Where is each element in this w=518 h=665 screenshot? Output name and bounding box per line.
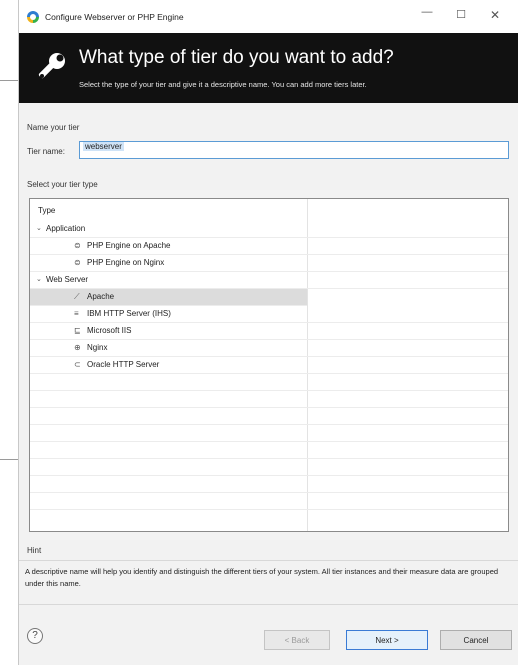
empty-row (30, 391, 508, 408)
tree-item-label: Microsoft IIS (87, 326, 132, 335)
php-icon: ⊜ (74, 241, 81, 250)
iis-icon: ⊑ (74, 326, 81, 335)
empty-row (30, 408, 508, 425)
empty-row (30, 459, 508, 476)
wrench-icon (38, 53, 65, 79)
dialog-window: Configure Webserver or PHP Engine — ☐ ✕ … (18, 0, 518, 665)
tree-group-label: Application (46, 224, 86, 233)
empty-row (30, 425, 508, 442)
title-bar: Configure Webserver or PHP Engine — ☐ ✕ (19, 0, 518, 33)
oracle-icon: ⊂ (74, 360, 81, 369)
tree-item-nginx[interactable]: ⊕ Nginx (30, 340, 508, 357)
empty-row (30, 442, 508, 459)
tree-item-ibm-ihs[interactable]: ≡ IBM HTTP Server (IHS) (30, 306, 508, 323)
background-window-edge (0, 459, 20, 460)
next-button[interactable]: Next > (346, 630, 428, 650)
tree-group-label: Web Server (46, 275, 89, 284)
cancel-button[interactable]: Cancel (440, 630, 512, 650)
tree-item-apache[interactable]: ⟋ Apache (30, 289, 307, 306)
minimize-button[interactable]: — (417, 6, 437, 18)
tree-item-php-nginx[interactable]: ⊜ PHP Engine on Nginx (30, 255, 508, 272)
back-button[interactable]: < Back (264, 630, 330, 650)
name-section-label: Name your tier (27, 123, 80, 132)
nginx-icon: ⊕ (74, 343, 81, 352)
help-button[interactable]: ? (27, 628, 43, 644)
tree-item-label: PHP Engine on Nginx (87, 258, 165, 267)
tree-group-web-server[interactable]: ⌄ Web Server (30, 272, 508, 289)
ibm-icon: ≡ (74, 309, 79, 318)
tree-item-oracle-http[interactable]: ⊂ Oracle HTTP Server (30, 357, 508, 374)
page-subtitle: Select the type of your tier and give it… (79, 80, 367, 89)
tree-group-application[interactable]: ⌄ Application (30, 221, 508, 238)
tier-name-label: Tier name: (27, 147, 65, 156)
tree-item-label: IBM HTTP Server (IHS) (87, 309, 171, 318)
tree-item-label: Nginx (87, 343, 108, 352)
empty-row (30, 374, 508, 391)
collapse-toggle-icon[interactable]: ⌄ (36, 275, 42, 283)
page-title: What type of tier do you want to add? (79, 47, 394, 68)
window-title: Configure Webserver or PHP Engine (45, 11, 184, 22)
hint-panel: A descriptive name will help you identif… (19, 560, 518, 605)
tree-item-php-apache[interactable]: ⊜ PHP Engine on Apache (30, 238, 508, 255)
hint-label: Hint (27, 546, 42, 555)
tree-item-label: Oracle HTTP Server (87, 360, 160, 369)
header-banner: What type of tier do you want to add? Se… (19, 33, 518, 103)
tier-name-value: webserver (83, 142, 124, 151)
php-icon: ⊜ (74, 258, 81, 267)
close-button[interactable]: ✕ (485, 8, 505, 22)
empty-row (30, 493, 508, 510)
tree-item-microsoft-iis[interactable]: ⊑ Microsoft IIS (30, 323, 508, 340)
collapse-toggle-icon[interactable]: ⌄ (36, 224, 42, 232)
tier-name-input[interactable]: webserver (79, 141, 509, 159)
hint-text: A descriptive name will help you identif… (25, 567, 499, 588)
maximize-button[interactable]: ☐ (451, 8, 471, 21)
feather-icon: ⟋ (74, 292, 80, 301)
type-section-label: Select your tier type (27, 180, 98, 189)
app-logo-icon (27, 10, 39, 23)
background-window-edge (0, 80, 20, 81)
tree-item-label: PHP Engine on Apache (87, 241, 171, 250)
empty-row (30, 476, 508, 493)
column-header-type: Type (38, 206, 56, 215)
tree-item-label: Apache (87, 292, 115, 301)
tier-type-tree[interactable]: Type ⌄ Application ⊜ PHP Engine on Apach… (29, 198, 509, 532)
